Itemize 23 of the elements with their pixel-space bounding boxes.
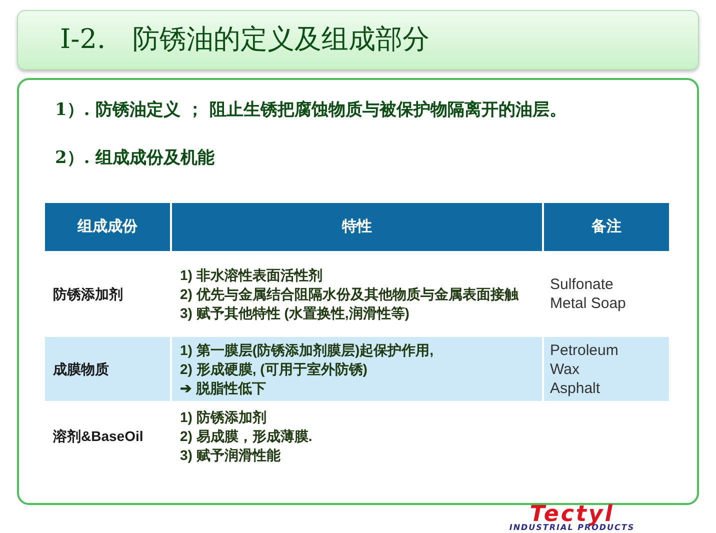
numbered-point: 1）. 防锈油定义 ； 阻止生锈把腐蚀物质与被保护物隔离开的油层。 — [55, 99, 568, 122]
property-line: 3) 赋予润滑性能 — [180, 446, 282, 464]
note-text: Metal Soap — [550, 294, 627, 313]
property-line: 2) 形成硬膜, (可用于室外防锈) — [180, 360, 368, 378]
slide-title: Ⅰ-2. 防锈油的定义及组成部分 — [60, 22, 430, 57]
note-text: Wax — [550, 360, 580, 378]
logo: Tectyl INDUSTRIAL PRODUCTS — [508, 506, 636, 533]
note-text: Sulfonate — [550, 275, 614, 294]
property-line: 1) 第一膜层(防锈添加剂膜层)起保护作用, — [180, 340, 435, 360]
property-line: 2) 易成膜，形成薄膜. — [180, 426, 314, 446]
column-header: 组成成份 — [45, 203, 171, 251]
property-line: ➔ 脱脂性低下 — [180, 378, 267, 398]
property-line: 1) 防锈添加剂 — [180, 408, 268, 426]
column-header: 备注 — [543, 203, 669, 251]
note-text: Asphalt — [550, 378, 602, 398]
numbered-point: 2）. 组成成份及机能 — [55, 146, 216, 170]
table-cell: 防锈添加剂 — [45, 251, 171, 337]
note-text: Petroleum — [550, 340, 620, 360]
property-line: 1) 非水溶性表面活性剂 — [180, 266, 324, 284]
table-cell: 成膜物质 — [45, 337, 171, 401]
property-line: 3) 赋予其他特性 (水置换性,润滑性等) — [180, 304, 410, 322]
property-line: 2) 优先与金属结合阻隔水份及其他物质与金属表面接触 — [180, 284, 520, 304]
column-header: 特性 — [171, 203, 543, 251]
